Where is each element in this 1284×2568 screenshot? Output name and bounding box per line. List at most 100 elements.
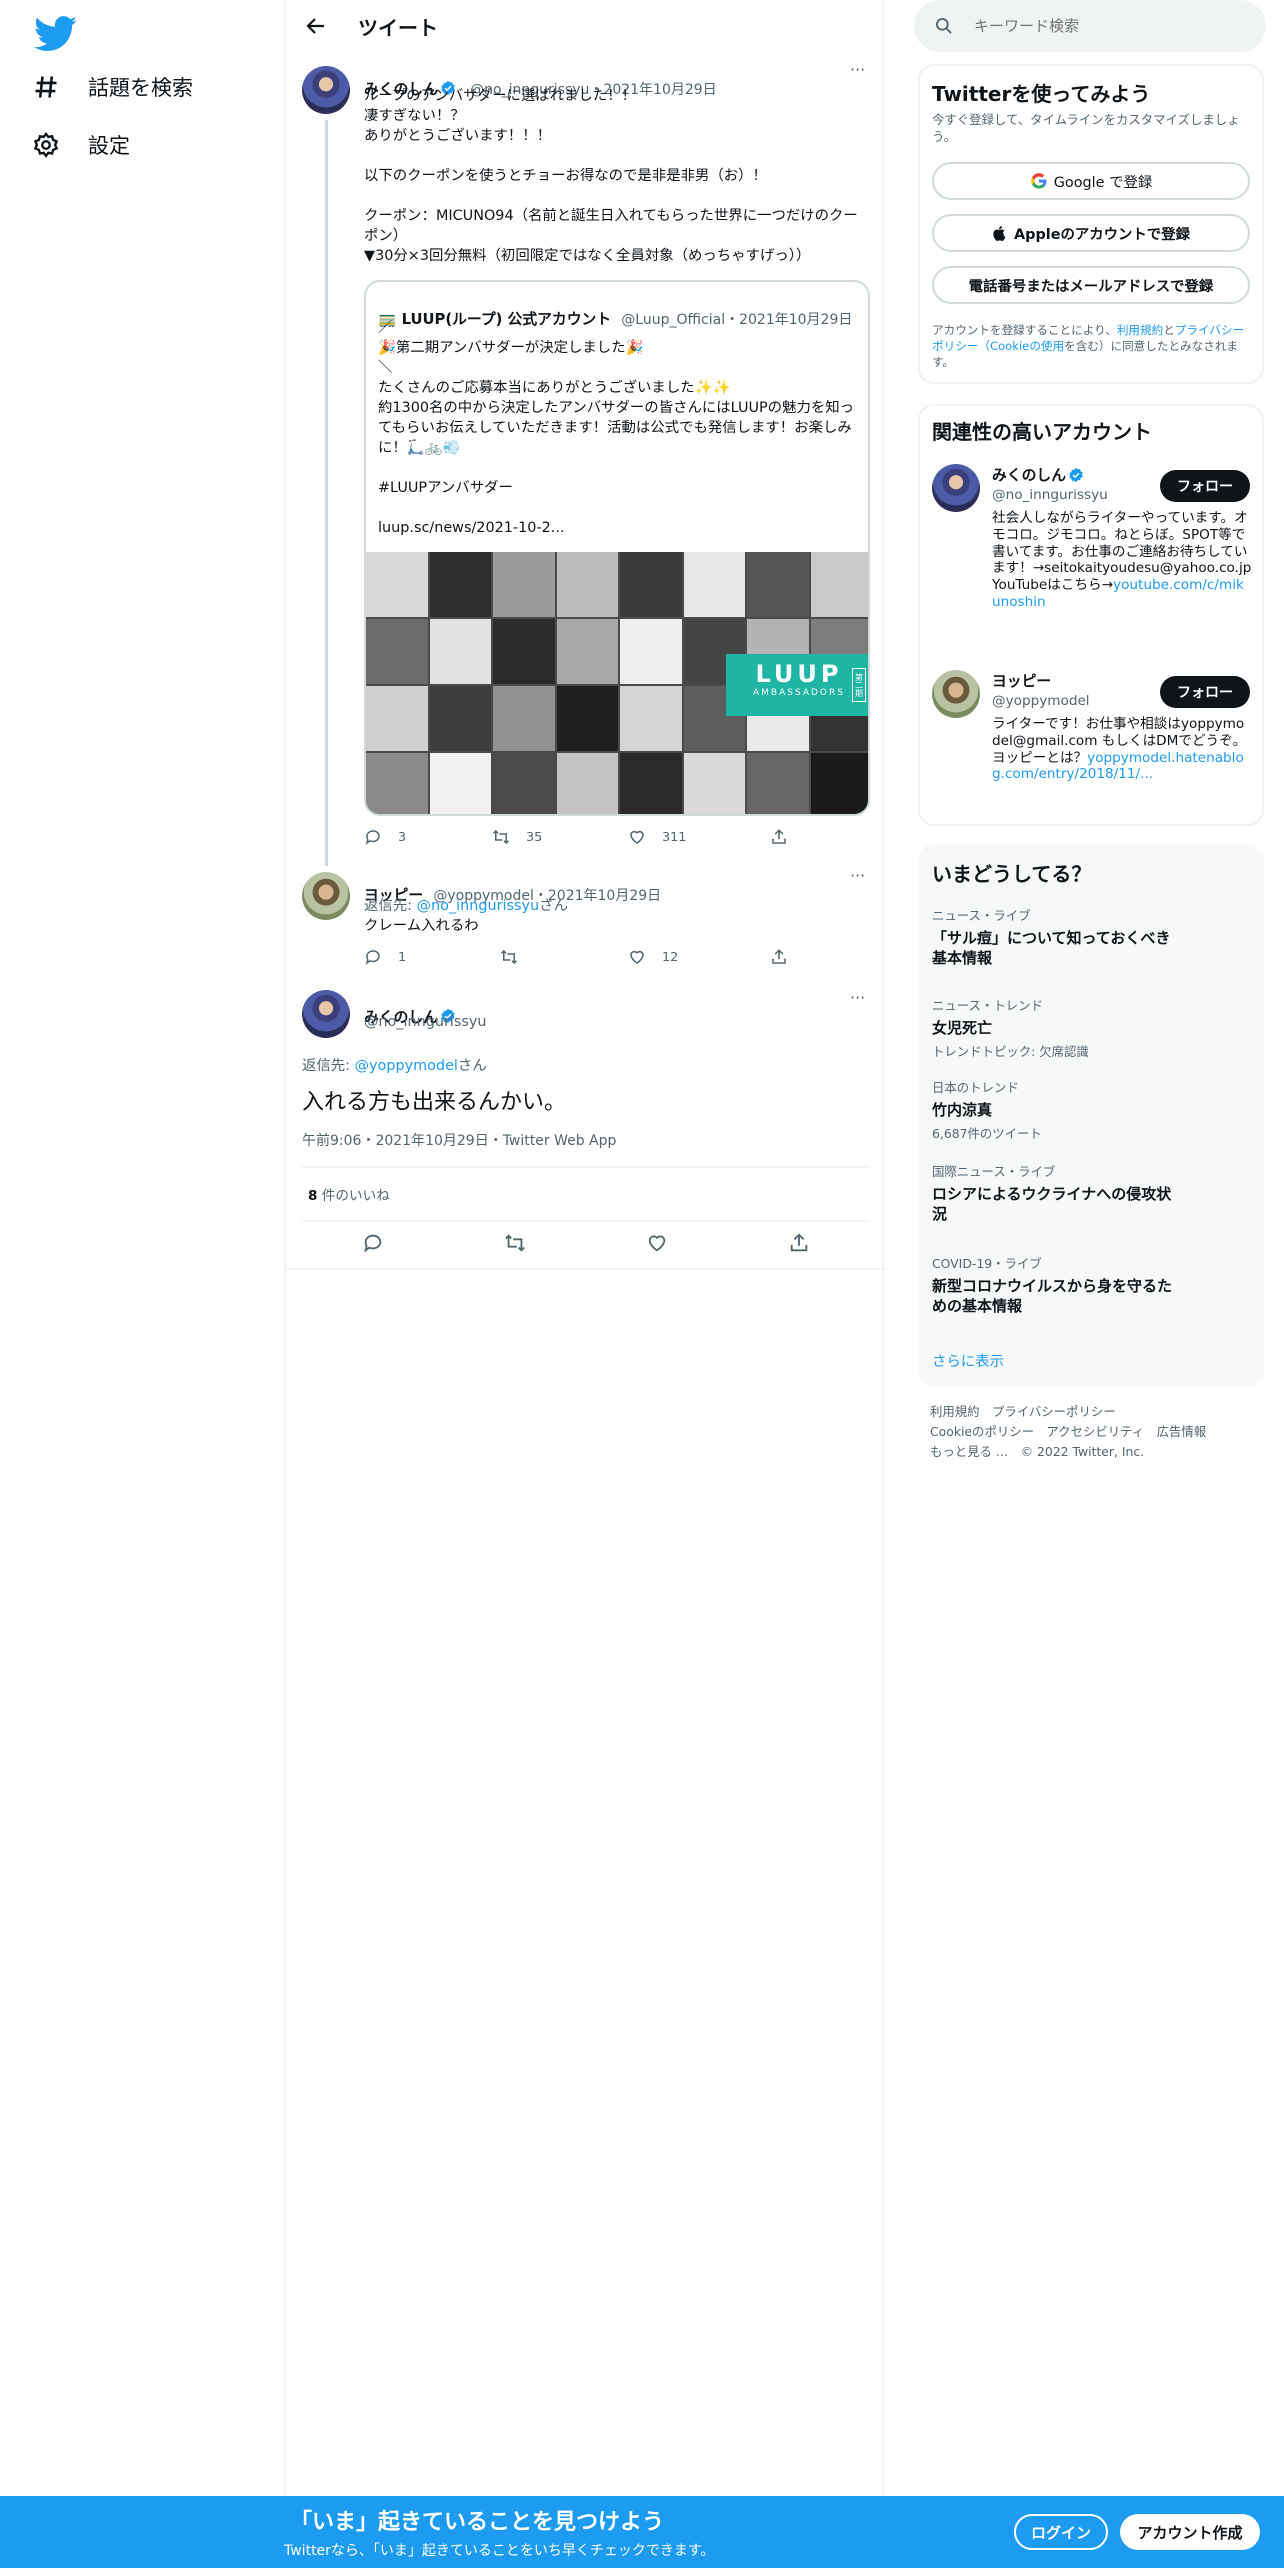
divider <box>302 1166 870 1168</box>
trend-item[interactable]: ニュース・ライブ 「サル痘」について知っておくべき基本情報 <box>932 906 1172 968</box>
share-icon <box>772 949 786 964</box>
apple-signup-button[interactable]: Appleのアカウントで登録 <box>932 214 1250 252</box>
gear-icon <box>33 132 59 158</box>
verified-badge-icon <box>1069 467 1083 482</box>
avatar[interactable] <box>302 872 350 920</box>
follow-button[interactable]: フォロー <box>1160 470 1250 502</box>
tweet-line: クーポン：MICUNO94（名前と誕生日入れてもらった世界に一つだけのクーポン） <box>364 208 858 244</box>
trend-title: 新型コロナウイルスから身を守るための基本情報 <box>932 1277 1173 1315</box>
account-handle: @yoppymodel <box>992 693 1090 709</box>
reply-button[interactable]: 3 <box>364 828 406 846</box>
footer-link[interactable]: プライバシーポリシー <box>992 1404 1116 1419</box>
quote-tweet[interactable]: 🚃 LUUP(ループ) 公式アカウント @Luup_Official・2021年… <box>364 280 870 816</box>
tweet-line: 以下のクーポンを使うとチョーお得なので是非是非男（お）！ <box>364 168 767 184</box>
signup-button[interactable]: アカウント作成 <box>1120 2514 1260 2550</box>
heart-icon[interactable] <box>646 1232 668 1254</box>
quote-line: 🎉第二期アンバサダーが決定しました🎉 <box>378 340 644 356</box>
footer-link[interactable]: 広告情報 <box>1157 1424 1207 1439</box>
reply-suffix: さん <box>539 898 568 914</box>
avatar[interactable] <box>302 66 350 114</box>
footer-link[interactable]: 利用規約 <box>930 1404 980 1419</box>
luup-logo: LUUP <box>755 660 843 688</box>
nav-settings[interactable]: 設定 <box>32 130 130 160</box>
trend-extra: トレンドトピック: 欠席認識 <box>932 1042 1212 1060</box>
avatar[interactable] <box>302 990 350 1038</box>
related-account[interactable]: みくのしん @no_inngurissyu <box>992 464 1108 503</box>
tweet-line: ▼30分×3回分無料（初回限定ではなく全員対象（めっちゃすげっ）） <box>364 248 811 264</box>
share-button[interactable] <box>770 948 788 966</box>
reply-button[interactable]: 1 <box>364 948 406 966</box>
trend-item[interactable]: 国際ニュース・ライブ ロシアによるウクライナへの侵攻状況 <box>932 1162 1172 1224</box>
like-button[interactable]: 311 <box>628 828 686 846</box>
signup-subtitle: 今すぐ登録して、タイムラインをカスタマイズしましょう。 <box>932 112 1240 144</box>
terms-link[interactable]: 利用規約 <box>1117 323 1163 337</box>
bar-title: 「いま」起きていることを見つけよう <box>290 2510 665 2535</box>
trend-item[interactable]: 日本のトレンド 竹内涼真 6,687件のツイート <box>932 1078 1212 1142</box>
signup-title: Twitterを使ってみよう <box>932 82 1151 106</box>
likes-summary[interactable]: 8 件のいいね <box>308 1184 390 1204</box>
tweet-line: ループのアンバサダーに選ばれました！！ <box>364 88 636 104</box>
tweet-timestamp[interactable]: 午前9:06・2021年10月29日・Twitter Web App <box>302 1130 616 1150</box>
heart-icon <box>630 830 644 844</box>
like-button[interactable]: 12 <box>628 948 678 966</box>
search-box[interactable] <box>914 0 1266 52</box>
retweet-button[interactable]: 35 <box>492 828 542 846</box>
google-signup-button[interactable]: Google で登録 <box>932 162 1250 200</box>
tweet-line: ありがとうございます！！！ <box>364 128 552 144</box>
terms-text: と <box>1163 323 1175 337</box>
trend-item[interactable]: ニュース・トレンド 女児死亡 トレンドトピック: 欠席認識 <box>932 996 1212 1060</box>
quote-line: luup.sc/news/2021-10-2... <box>378 520 565 536</box>
share-button[interactable] <box>770 828 788 846</box>
reply-icon <box>365 830 380 845</box>
login-button[interactable]: ログイン <box>1014 2514 1108 2550</box>
avatar[interactable] <box>932 464 980 512</box>
follow-button[interactable]: フォロー <box>1160 676 1250 708</box>
more-options-icon[interactable]: ··· <box>850 866 865 885</box>
quote-line: ＼ <box>378 360 393 376</box>
back-arrow-icon[interactable] <box>304 14 328 38</box>
search-icon <box>936 18 952 34</box>
reply-to-link[interactable]: @yoppymodel <box>355 1058 458 1074</box>
footer-link[interactable]: Cookieのポリシー <box>930 1424 1034 1439</box>
trends-title: いまどうしてる？ <box>932 862 1092 886</box>
phone-email-signup-label: 電話番号またはメールアドレスで登録 <box>968 278 1214 295</box>
footer-links: 利用規約 プライバシーポリシー Cookieのポリシー アクセシビリティ 広告情… <box>930 1402 1270 1462</box>
google-signup-label: Google で登録 <box>1053 174 1153 191</box>
related-account[interactable]: ヨッピー @yoppymodel <box>992 670 1090 709</box>
nav-explore[interactable]: 話題を検索 <box>32 72 193 102</box>
trend-item[interactable]: COVID-19・ライブ新型コロナウイルスから身を守るための基本情報 <box>932 1254 1172 1316</box>
retweet-icon[interactable] <box>504 1232 526 1254</box>
twitter-logo-icon[interactable] <box>34 16 78 52</box>
tweet-line: 凄すぎない！？ <box>364 108 465 124</box>
more-options-icon[interactable]: ··· <box>850 60 865 79</box>
share-icon[interactable] <box>788 1232 810 1254</box>
copyright: © 2022 Twitter, Inc. <box>1020 1444 1145 1459</box>
tweet-text: クレーム入れるわ <box>364 918 479 934</box>
thread-line <box>325 120 328 866</box>
bottom-signup-bar: 「いま」起きていることを見つけよう Twitterなら、「いま」起きていることを… <box>0 2496 1284 2568</box>
reply-icon[interactable] <box>362 1232 384 1254</box>
reply-suffix: さん <box>457 1058 487 1074</box>
author-handle[interactable]: @no_inngurissyu <box>364 1014 487 1030</box>
heart-icon <box>630 950 644 964</box>
search-input[interactable] <box>974 17 1234 35</box>
quote-line: たくさんのご応募本当にありがとうございました✨✨ <box>378 380 731 396</box>
retweet-button[interactable] <box>500 948 518 966</box>
footer-link[interactable]: アクセシビリティ <box>1046 1424 1144 1439</box>
apple-icon <box>993 226 1006 241</box>
quote-line: ／ <box>378 320 393 336</box>
trend-category: 国際ニュース・ライブ <box>932 1164 1056 1179</box>
reply-context: 返信先: @yoppymodelさん <box>302 1054 487 1075</box>
quote-text: ／ 🎉第二期アンバサダーが決定しました🎉 ＼ たくさんのご応募本当にありがとうご… <box>378 318 862 538</box>
trend-category: COVID-19・ライブ <box>932 1256 1042 1271</box>
ambassador-collage-image[interactable]: LUUP AMBASSADORS 第二期 <box>366 552 868 814</box>
phone-email-signup-button[interactable]: 電話番号またはメールアドレスで登録 <box>932 266 1250 304</box>
more-options-icon[interactable]: ··· <box>850 988 865 1007</box>
luup-sub: AMBASSADORS <box>753 688 845 698</box>
reply-to-link[interactable]: @no_inngurissyu <box>417 898 540 914</box>
main-tweet-text: 入れる方も出来るんかい。 <box>302 1090 567 1115</box>
footer-more-link[interactable]: もっと見る … <box>930 1444 1008 1459</box>
avatar[interactable] <box>932 670 980 718</box>
show-more-link[interactable]: さらに表示 <box>932 1350 1004 1371</box>
reply-count: 3 <box>398 829 407 845</box>
